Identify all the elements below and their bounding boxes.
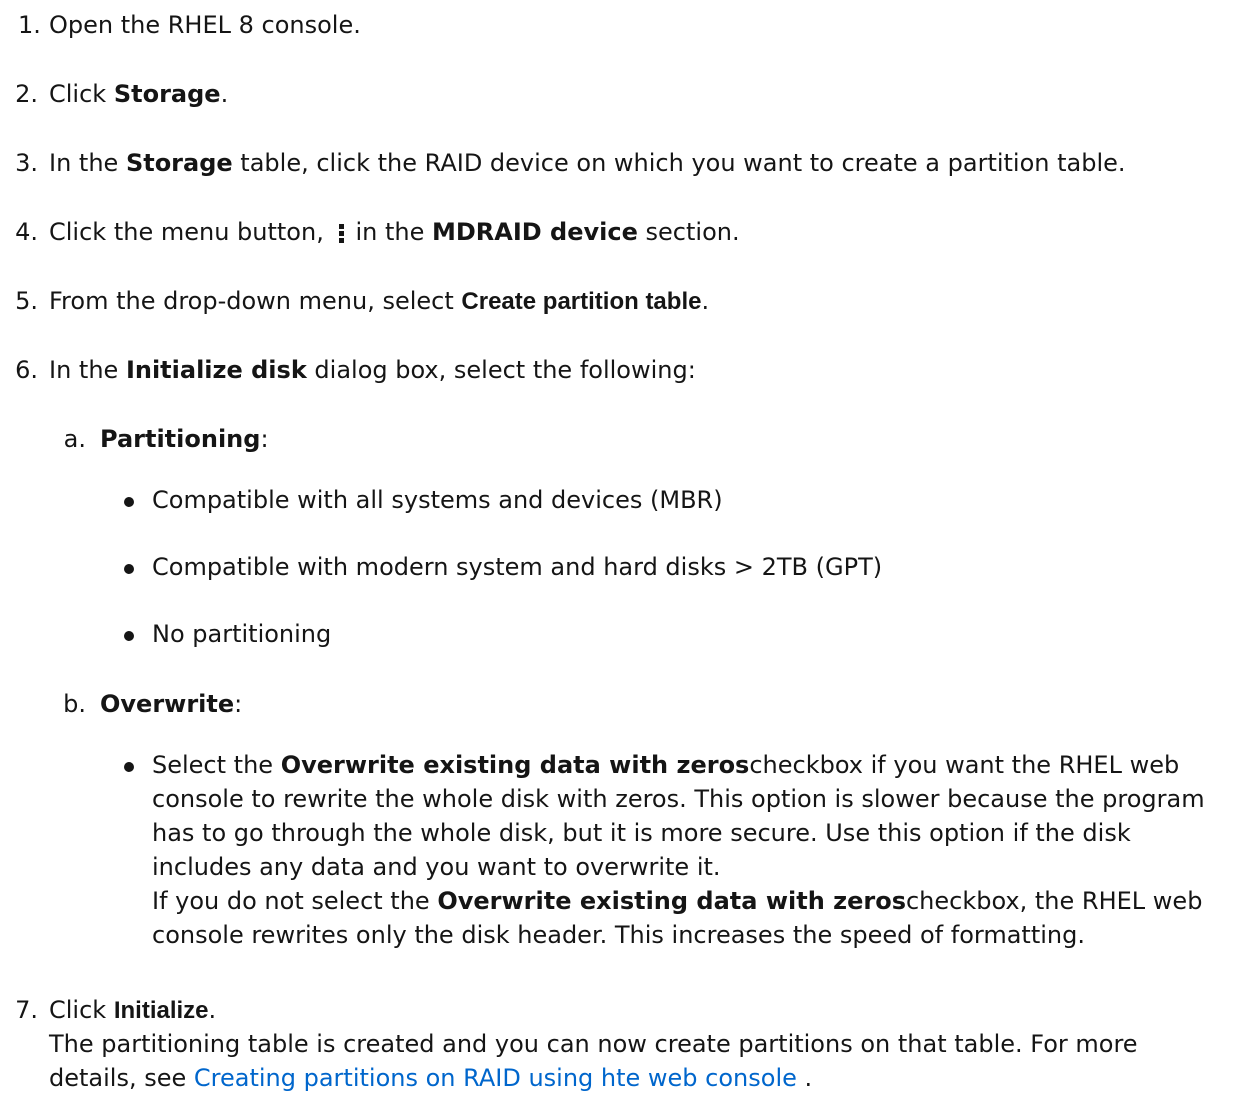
initialize-disk-label: Initialize disk	[125, 356, 307, 384]
overwrite-option-line: console to rewrite the whole disk with z…	[152, 785, 1205, 813]
step-6-text: In the Initialize disk dialog box, selec…	[49, 356, 696, 384]
bullet-icon	[124, 631, 134, 641]
step-number: 1.	[18, 11, 41, 39]
bullet-icon	[124, 564, 134, 574]
step-4-text: Click the menu button, in the MDRAID dev…	[49, 218, 740, 246]
substep-letter: b.	[63, 690, 86, 718]
partitioning-option-mbr: Compatible with all systems and devices …	[152, 486, 723, 514]
bullet-icon	[124, 497, 134, 507]
partitioning-option-none: No partitioning	[152, 620, 332, 648]
step-number: 5.	[15, 287, 38, 315]
step-number: 2.	[15, 80, 38, 108]
step-number: 4.	[15, 218, 38, 246]
step-2-text: Click Storage.	[49, 80, 229, 108]
partitioning-option-gpt: Compatible with modern system and hard d…	[152, 553, 883, 581]
overwrite-heading: Overwrite:	[100, 690, 243, 718]
overwrite-option-line: has to go through the whole disk, but it…	[152, 819, 1131, 847]
step-5-text: From the drop-down menu, select Create p…	[49, 287, 710, 315]
step-number: 7.	[15, 996, 38, 1024]
creating-partitions-link[interactable]: Creating partitions on RAID using hte we…	[194, 1064, 797, 1092]
step-7-text: Click Initialize.	[49, 996, 217, 1024]
storage-label: Storage	[113, 80, 221, 108]
step-3-text: In the Storage table, click the RAID dev…	[49, 149, 1126, 177]
storage-label: Storage	[125, 149, 233, 177]
partitioning-heading: Partitioning:	[100, 425, 269, 453]
substep-letter: a.	[63, 425, 86, 453]
initialize-label: Initialize	[113, 997, 209, 1024]
step-7-details-text: details, see Creating partitions on RAID…	[49, 1064, 813, 1092]
overwrite-option-line: console rewrites only the disk header. T…	[152, 921, 1085, 949]
kebab-menu-icon	[335, 222, 347, 245]
step-number: 6.	[15, 356, 38, 384]
procedure-document: 1. Open the RHEL 8 console. 2. Click Sto…	[0, 0, 1234, 1108]
mdraid-device-label: MDRAID device	[431, 218, 638, 246]
overwrite-option-line: includes any data and you want to overwr…	[152, 853, 721, 881]
create-partition-table-label: Create partition table	[461, 288, 702, 315]
step-number: 3.	[15, 149, 38, 177]
overwrite-option-line: If you do not select the Overwrite exist…	[152, 887, 1203, 915]
step-1-text: Open the RHEL 8 console.	[49, 11, 361, 39]
step-7-result-text: The partitioning table is created and yo…	[49, 1030, 1138, 1058]
overwrite-option-line: Select the Overwrite existing data with …	[152, 751, 1180, 779]
bullet-icon	[124, 762, 134, 772]
